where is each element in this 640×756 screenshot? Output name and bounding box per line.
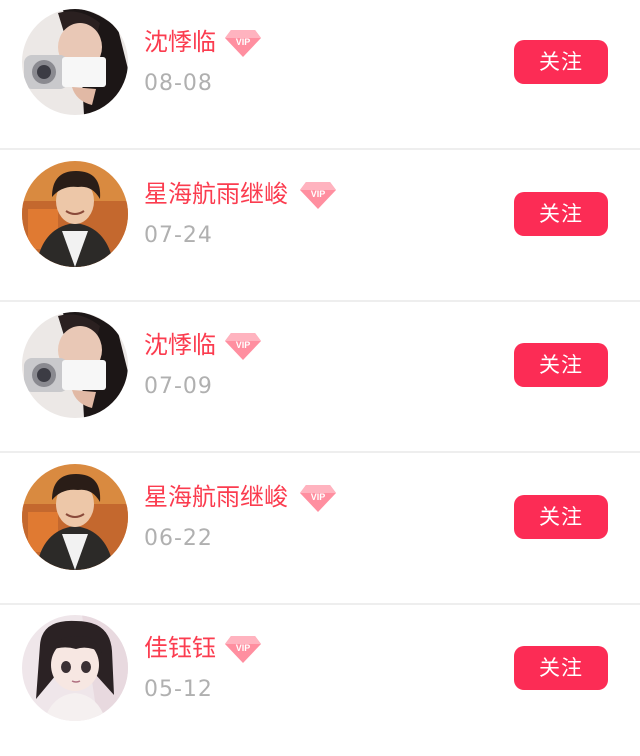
- follow-button[interactable]: 关注: [514, 192, 608, 236]
- camera-girl-avatar-icon: [22, 312, 128, 418]
- avatar[interactable]: [22, 615, 128, 721]
- vip-badge-icon: VIP: [224, 28, 262, 58]
- young-man-avatar-icon: [22, 161, 128, 267]
- avatar[interactable]: [22, 312, 128, 418]
- svg-text:VIP: VIP: [236, 340, 251, 350]
- svg-text:VIP: VIP: [236, 37, 251, 47]
- young-man-avatar-icon: [22, 464, 128, 570]
- list-item[interactable]: 沈悸临 VIP 07-09 关注: [0, 303, 640, 453]
- post-date: 08-08: [144, 71, 213, 96]
- user-name[interactable]: 星海航雨继峻: [144, 178, 288, 210]
- list-item[interactable]: 佳钰钰 VIP 05-12 关注: [0, 606, 640, 756]
- post-date: 06-22: [144, 526, 213, 551]
- svg-text:VIP: VIP: [236, 643, 251, 653]
- list-item[interactable]: 星海航雨继峻 VIP 06-22 关注: [0, 455, 640, 605]
- list-item[interactable]: 沈悸临 VIP 08-08 关注: [0, 0, 640, 150]
- user-list: 沈悸临 VIP 08-08 关注 星海航雨继峻 VIP 07-24 关注 沈悸临…: [0, 0, 640, 756]
- camera-girl-avatar-icon: [22, 9, 128, 115]
- divider: [0, 300, 640, 302]
- avatar[interactable]: [22, 161, 128, 267]
- anime-girl-avatar-icon: [22, 615, 128, 721]
- svg-text:VIP: VIP: [311, 189, 326, 199]
- avatar[interactable]: [22, 9, 128, 115]
- follow-button[interactable]: 关注: [514, 40, 608, 84]
- follow-button[interactable]: 关注: [514, 495, 608, 539]
- follow-button[interactable]: 关注: [514, 343, 608, 387]
- divider: [0, 603, 640, 605]
- post-date: 07-09: [144, 374, 213, 399]
- divider: [0, 451, 640, 453]
- vip-badge-icon: VIP: [224, 331, 262, 361]
- vip-badge-icon: VIP: [299, 180, 337, 210]
- follow-button[interactable]: 关注: [514, 646, 608, 690]
- user-name[interactable]: 沈悸临: [144, 26, 216, 58]
- svg-text:VIP: VIP: [311, 492, 326, 502]
- post-date: 07-24: [144, 223, 213, 248]
- list-item[interactable]: 星海航雨继峻 VIP 07-24 关注: [0, 152, 640, 302]
- user-name[interactable]: 沈悸临: [144, 329, 216, 361]
- divider: [0, 148, 640, 150]
- post-date: 05-12: [144, 677, 213, 702]
- user-name[interactable]: 佳钰钰: [144, 632, 216, 664]
- avatar[interactable]: [22, 464, 128, 570]
- user-name[interactable]: 星海航雨继峻: [144, 481, 288, 513]
- vip-badge-icon: VIP: [299, 483, 337, 513]
- vip-badge-icon: VIP: [224, 634, 262, 664]
